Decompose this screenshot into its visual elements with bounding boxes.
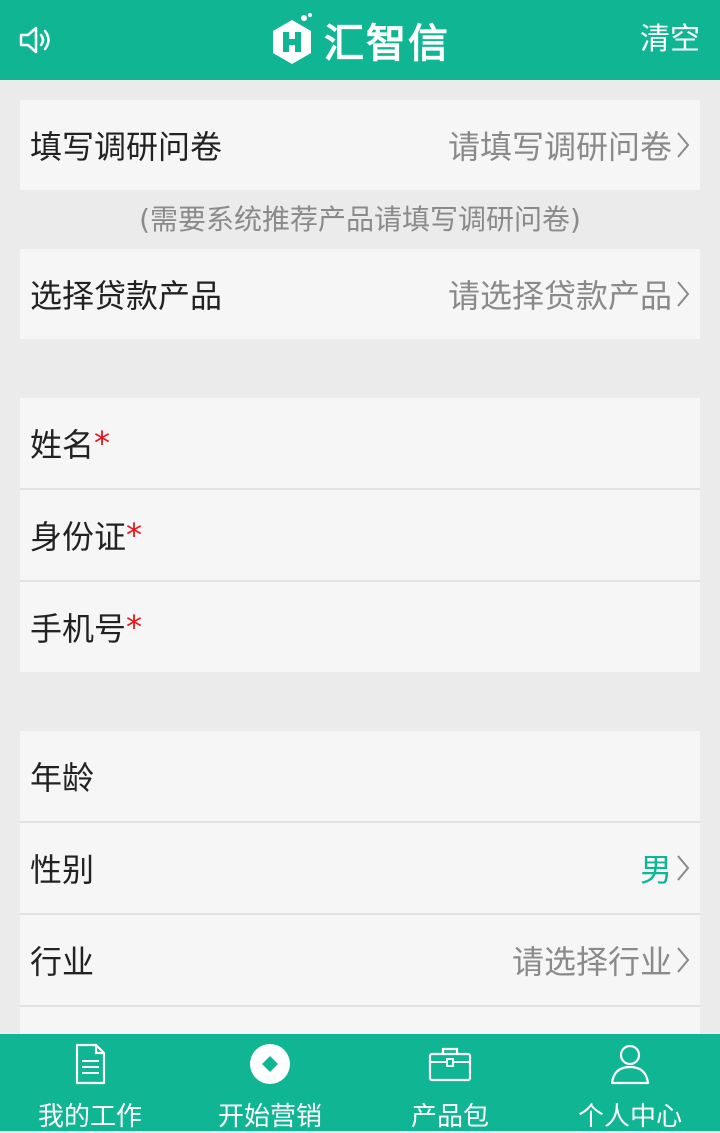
survey-placeholder: 请填写调研问卷 <box>447 128 672 166</box>
gender-label: 性别 <box>30 851 95 889</box>
product-group: 选择贷款产品 请选择贷款产品 <box>20 249 700 339</box>
industry-field[interactable]: 行业 请选择行业 <box>20 913 700 1005</box>
tab-personal-center[interactable]: 个人中心 <box>540 1034 720 1132</box>
phone-label: 手机号 <box>30 610 127 648</box>
app-logo: 汇智信 <box>268 12 450 68</box>
clear-button[interactable]: 清空 <box>640 18 700 62</box>
compass-icon <box>250 1044 290 1084</box>
chevron-right-icon <box>677 132 690 158</box>
product-placeholder: 请选择贷款产品 <box>447 277 672 315</box>
phone-field[interactable]: 手机号 * <box>20 580 700 672</box>
tab-product-package[interactable]: 产品包 <box>360 1034 540 1132</box>
hexagon-logo-icon <box>273 13 312 64</box>
product-value: 请选择贷款产品 <box>448 271 690 317</box>
industry-placeholder: 请选择行业 <box>511 943 672 981</box>
required-mark: * <box>126 608 143 646</box>
industry-value: 请选择行业 <box>512 937 690 983</box>
required-mark: * <box>94 424 111 462</box>
survey-group: 填写调研问卷 请填写调研问卷 <box>20 100 700 190</box>
age-field[interactable]: 年龄 <box>20 731 700 821</box>
id-card-field[interactable]: 身份证 * <box>20 488 700 580</box>
survey-value: 请填写调研问卷 <box>448 122 690 168</box>
document-icon <box>75 1043 106 1085</box>
briefcase-icon <box>428 1047 472 1082</box>
user-icon <box>610 1044 650 1085</box>
chevron-right-icon <box>677 947 690 973</box>
product-row[interactable]: 选择贷款产品 请选择贷款产品 <box>20 249 700 339</box>
gender-field[interactable]: 性别 男 <box>20 821 700 913</box>
id-card-label: 身份证 <box>30 518 127 556</box>
survey-label: 填写调研问卷 <box>30 128 223 166</box>
age-label: 年龄 <box>30 759 95 797</box>
tab-label: 个人中心 <box>577 1102 682 1132</box>
survey-note: (需要系统推荐产品请填写调研问卷) <box>139 203 581 236</box>
chevron-right-icon <box>677 281 690 307</box>
required-fields-group: 姓名 * 身份证 * 手机号 * <box>20 398 700 672</box>
survey-row[interactable]: 填写调研问卷 请填写调研问卷 <box>20 100 700 190</box>
tab-label: 开始营销 <box>217 1102 322 1132</box>
tab-start-marketing[interactable]: 开始营销 <box>180 1034 360 1132</box>
name-label: 姓名 <box>30 426 95 464</box>
gender-value: 男 <box>639 851 672 889</box>
tab-label: 产品包 <box>410 1102 489 1132</box>
gender-value-wrap: 男 <box>640 845 690 891</box>
product-label: 选择贷款产品 <box>30 277 223 315</box>
chevron-right-icon <box>677 855 690 881</box>
industry-label: 行业 <box>30 943 95 981</box>
required-mark: * <box>126 516 143 554</box>
tab-my-work[interactable]: 我的工作 <box>0 1034 180 1132</box>
bottom-tab-bar: 我的工作 开始营销 产品包 个人中心 <box>0 1034 720 1132</box>
app-title: 汇智信 <box>324 20 450 67</box>
name-field[interactable]: 姓名 * <box>20 398 700 488</box>
speaker-icon[interactable] <box>18 23 54 57</box>
app-header: 汇智信 清空 <box>0 0 720 80</box>
tab-label: 我的工作 <box>37 1102 142 1132</box>
